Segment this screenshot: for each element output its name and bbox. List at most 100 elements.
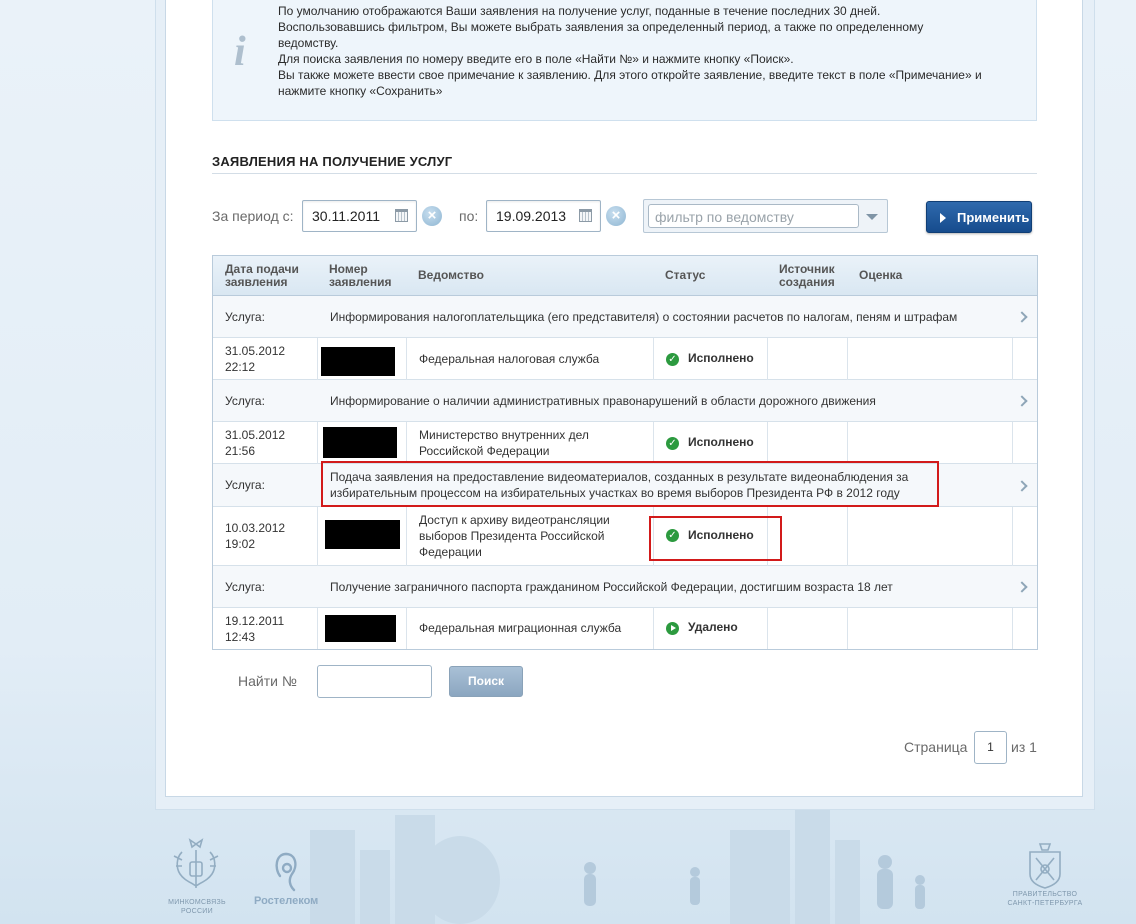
minsvyaz-emblem-icon[interactable] xyxy=(170,838,222,898)
service-row[interactable]: Услуга: Информирования налогоплательщика… xyxy=(213,296,1037,338)
highlight-box-service xyxy=(321,461,939,507)
column-divider xyxy=(317,608,318,649)
calendar-icon[interactable] xyxy=(395,209,408,222)
column-divider xyxy=(317,507,318,566)
row-date-line: 19:02 xyxy=(225,537,256,551)
find-number-input[interactable] xyxy=(317,665,432,698)
clear-date-from-icon[interactable]: × xyxy=(422,206,442,226)
service-name: Получение заграничного паспорта граждани… xyxy=(330,580,893,594)
column-divider xyxy=(317,338,318,380)
header-number[interactable]: Номер заявления xyxy=(329,263,391,289)
table-row[interactable]: 10.03.2012 19:02 Доступ к архиву видеотр… xyxy=(213,507,1037,566)
column-divider xyxy=(653,422,654,464)
rostelecom-logo-icon[interactable] xyxy=(270,850,302,894)
service-row[interactable]: Услуга: Получение заграничного паспорта … xyxy=(213,566,1037,608)
header-rating[interactable]: Оценка xyxy=(859,269,902,282)
info-line: ведомству. xyxy=(278,36,339,50)
minsvyaz-caption: МИНКОМСВЯЗЬ РОССИИ xyxy=(166,898,228,916)
header-date[interactable]: Дата подачи заявления xyxy=(225,263,299,289)
chevron-right-icon[interactable] xyxy=(1016,311,1028,323)
spb-caption: ПРАВИТЕЛЬСТВО САНКТ-ПЕТЕРБУРГА xyxy=(1000,890,1090,908)
search-button[interactable]: Поиск xyxy=(449,666,523,697)
column-divider xyxy=(317,422,318,464)
row-department-line: выборов Президента Российской xyxy=(419,529,605,543)
row-department: Федеральная миграционная служба xyxy=(419,621,622,635)
applications-table: Дата подачи заявления Номер заявления Ве… xyxy=(212,255,1038,650)
department-filter-field[interactable]: фильтр по ведомству xyxy=(648,204,859,228)
info-line: Воспользовавшись фильтром, Вы можете выб… xyxy=(278,20,924,34)
row-department-line: Российской Федерации xyxy=(419,444,550,458)
minsvyaz-caption-line: РОССИИ xyxy=(181,908,213,915)
pager-current-input[interactable]: 1 xyxy=(974,731,1007,764)
check-icon: ✓ xyxy=(666,437,679,450)
header-department[interactable]: Ведомство xyxy=(418,269,484,282)
calendar-icon[interactable] xyxy=(579,209,592,222)
date-to-input[interactable]: 19.09.2013 xyxy=(486,200,601,232)
service-label: Услуга: xyxy=(225,394,265,408)
column-divider xyxy=(1012,608,1013,649)
date-to-value: 19.09.2013 xyxy=(496,208,567,224)
chevron-right-icon[interactable] xyxy=(1016,395,1028,407)
department-filter-placeholder: фильтр по ведомству xyxy=(655,209,794,225)
period-from-label: За период с: xyxy=(212,208,294,224)
clear-date-to-icon[interactable]: × xyxy=(606,206,626,226)
header-date-line: заявления xyxy=(225,275,288,289)
service-label: Услуга: xyxy=(225,478,265,492)
column-divider xyxy=(767,608,768,649)
info-icon: i xyxy=(234,29,246,75)
row-date: 19.12.2011 12:43 xyxy=(225,613,284,645)
column-divider xyxy=(847,422,848,464)
highlight-box-status xyxy=(649,516,782,561)
row-department-line: Доступ к архиву видеотрансляции xyxy=(419,513,610,527)
service-label: Услуга: xyxy=(225,310,265,324)
header-source[interactable]: Источник создания xyxy=(779,263,835,289)
date-from-value: 30.11.2011 xyxy=(312,208,380,224)
spb-government-emblem-icon[interactable] xyxy=(1022,840,1068,890)
info-text: По умолчанию отображаются Ваши заявления… xyxy=(278,3,1018,99)
row-date: 31.05.2012 21:56 xyxy=(225,427,285,459)
column-divider xyxy=(406,608,407,649)
row-date-line: 12:43 xyxy=(225,630,256,644)
table-row[interactable]: 31.05.2012 22:12 Федеральная налоговая с… xyxy=(213,338,1037,380)
column-divider xyxy=(1012,338,1013,380)
date-from-input[interactable]: 30.11.2011 xyxy=(302,200,417,232)
column-divider xyxy=(767,338,768,380)
section-divider xyxy=(212,173,1037,174)
pager-page-label: Страница xyxy=(904,739,968,755)
spb-caption-line: САНКТ-ПЕТЕРБУРГА xyxy=(1007,900,1083,907)
row-date-line: 31.05.2012 xyxy=(225,344,286,358)
service-row[interactable]: Услуга: Информирование о наличии админис… xyxy=(213,380,1037,422)
chevron-right-icon[interactable] xyxy=(1016,581,1028,593)
column-divider xyxy=(406,422,407,464)
chevron-right-icon[interactable] xyxy=(1016,480,1028,492)
play-icon xyxy=(940,213,946,223)
row-date: 10.03.2012 19:02 xyxy=(225,520,285,552)
header-number-line: заявления xyxy=(329,275,392,289)
row-date-line: 31.05.2012 xyxy=(225,428,286,442)
find-number-label: Найти № xyxy=(238,673,297,689)
column-divider xyxy=(847,507,848,566)
row-date-line: 22:12 xyxy=(225,360,256,374)
info-line: Вы также можете ввести свое примечание к… xyxy=(278,68,982,82)
check-icon: ✓ xyxy=(666,353,679,366)
header-status[interactable]: Статус xyxy=(665,269,705,282)
section-title: ЗАЯВЛЕНИЯ НА ПОЛУЧЕНИЕ УСЛУГ xyxy=(212,154,453,169)
row-status: Удалено xyxy=(688,620,738,634)
redacted-application-number xyxy=(325,520,400,549)
rostelecom-caption: Ростелеком xyxy=(254,895,319,907)
table-row[interactable]: 31.05.2012 21:56 Министерство внутренних… xyxy=(213,422,1037,464)
department-filter-select[interactable]: фильтр по ведомству xyxy=(643,199,888,233)
row-date-line: 21:56 xyxy=(225,444,256,458)
column-divider xyxy=(847,338,848,380)
row-date: 31.05.2012 22:12 xyxy=(225,343,285,375)
table-row[interactable]: 19.12.2011 12:43 Федеральная миграционна… xyxy=(213,608,1037,649)
chevron-down-icon[interactable] xyxy=(866,214,878,220)
row-department: Министерство внутренних дел Российской Ф… xyxy=(419,427,589,459)
row-department: Федеральная налоговая служба xyxy=(419,352,600,366)
spb-caption-line: ПРАВИТЕЛЬСТВО xyxy=(1012,891,1078,898)
row-department: Доступ к архиву видеотрансляции выборов … xyxy=(419,512,610,560)
column-divider xyxy=(653,338,654,380)
info-line: Для поиска заявления по номеру введите е… xyxy=(278,52,794,66)
column-divider xyxy=(1012,422,1013,464)
apply-button[interactable]: Применить xyxy=(926,201,1032,233)
